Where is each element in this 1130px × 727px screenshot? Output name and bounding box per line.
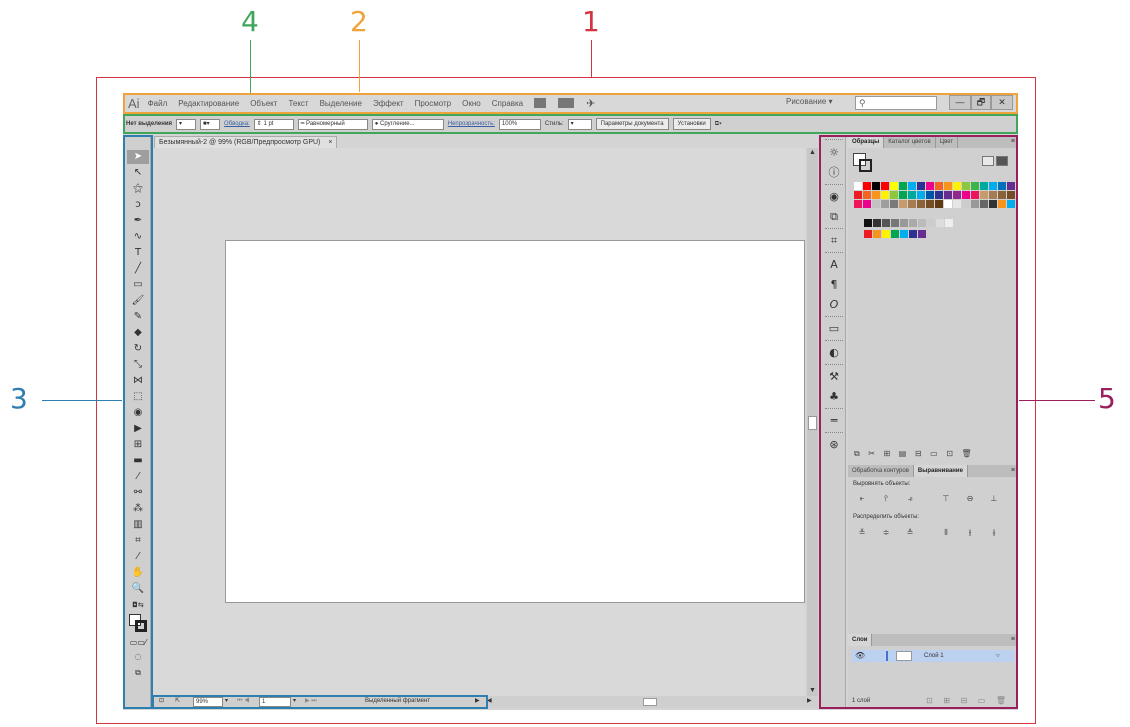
artboard[interactable] [225, 240, 805, 603]
annotation-number-2: 2 [350, 5, 368, 38]
horizontal-scroll-thumb[interactable] [643, 698, 657, 706]
annotation-number-4: 4 [241, 5, 259, 38]
close-icon[interactable]: × [328, 139, 332, 146]
scroll-up-icon[interactable]: ▲ [807, 148, 818, 158]
annotation-frame-2 [123, 93, 1018, 114]
annotation-number-1: 1 [582, 5, 600, 38]
document-tab[interactable]: Безымянный-2 @ 99% (RGB/Предпросмотр GPU… [154, 136, 338, 148]
annotation-leader-1 [591, 40, 592, 77]
annotation-number-3: 3 [10, 382, 28, 415]
illustrator-window: Ai Файл Редактирование Объект Текст Выде… [123, 93, 1018, 710]
annotation-frame-5 [819, 135, 1018, 709]
annotation-leader-3 [42, 400, 122, 401]
annotation-frame-3-status [152, 695, 488, 709]
canvas-area[interactable] [153, 148, 805, 696]
annotation-frame-4 [123, 114, 1018, 134]
annotation-number-5: 5 [1098, 382, 1116, 415]
scroll-right-icon[interactable]: ▶ [807, 697, 812, 707]
annotation-frame-3 [123, 135, 153, 709]
scroll-thumb[interactable] [808, 416, 817, 430]
annotation-leader-2 [359, 40, 360, 92]
scroll-down-icon[interactable]: ▼ [807, 686, 818, 696]
annotation-leader-5 [1019, 400, 1095, 401]
document-tab-title: Безымянный-2 @ 99% (RGB/Предпросмотр GPU… [159, 139, 321, 146]
vertical-scrollbar[interactable]: ▲ ▼ [807, 148, 818, 696]
